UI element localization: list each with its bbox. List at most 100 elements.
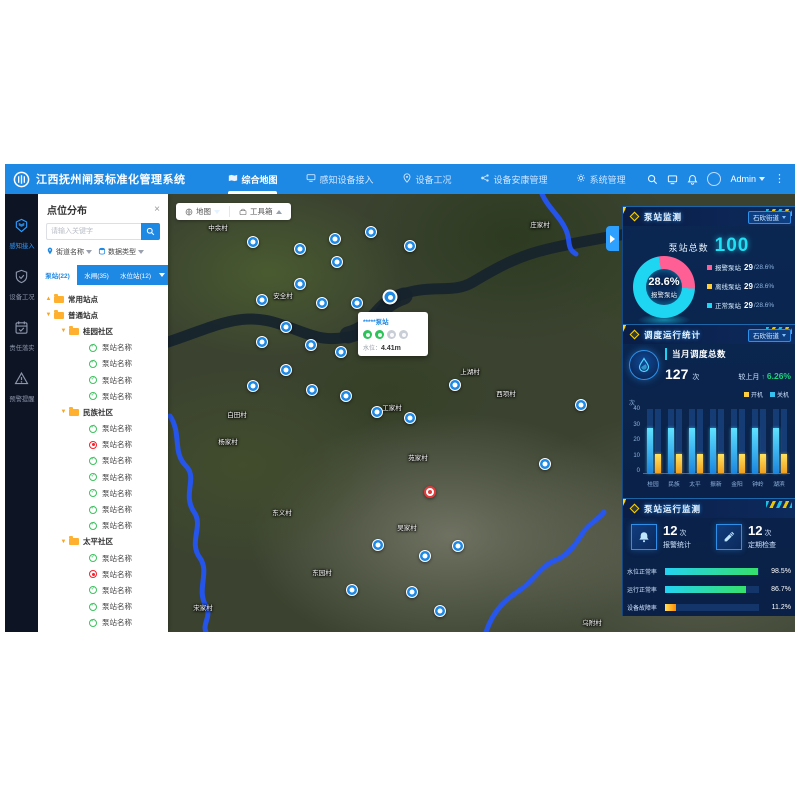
station-marker[interactable] [340,390,352,402]
station-marker[interactable] [316,297,328,309]
station-ok-icon [89,473,97,481]
station-marker[interactable] [351,297,363,309]
tree-expand-icon[interactable]: ▼ [60,539,67,545]
nav-tab[interactable]: 综合地图 [214,164,292,194]
station-marker[interactable] [539,458,551,470]
tree-row[interactable]: ▼ 民族社区 [38,404,168,420]
station-marker[interactable] [335,346,347,358]
station-marker[interactable] [329,233,341,245]
x-tick: 太平 [690,479,701,488]
station-marker[interactable] [371,406,383,418]
close-icon[interactable] [154,205,160,215]
tree-row[interactable]: 泵站名称 [38,388,168,404]
station-marker[interactable] [247,236,259,248]
station-marker[interactable] [365,226,377,238]
tree-row[interactable]: 泵站名称 [38,501,168,517]
station-marker[interactable] [434,605,446,617]
bar-open-track [739,409,745,473]
stat-value: 12 [748,523,762,538]
tree-row-label: 泵站名称 [102,504,132,515]
bar-plot [643,409,790,474]
tree-row[interactable]: 泵站名称 [38,356,168,372]
bar-close-track [752,409,758,473]
bell-icon[interactable] [687,174,698,185]
station-ok-icon [89,603,97,611]
tree-row[interactable]: 泵站名称 [38,469,168,485]
tree-row-label: 泵站名称 [102,391,132,402]
station-marker[interactable] [294,278,306,290]
station-marker[interactable] [306,384,318,396]
nav-tab[interactable]: 设备安康管理 [466,164,562,194]
sidebar-item[interactable]: 设备工况 [5,269,38,302]
station-marker[interactable] [383,290,398,305]
tree-row[interactable]: 泵站名称 [38,372,168,388]
station-tab[interactable]: 水位站(12) [116,265,155,285]
tree-row-label: 泵站名称 [102,423,132,434]
more-menu-icon[interactable]: ⋮ [774,174,785,185]
tree-row[interactable]: 泵站名称 [38,518,168,534]
panel-expand-button[interactable] [606,226,619,251]
tree-expand-icon[interactable]: ▼ [45,312,52,318]
station-marker[interactable] [294,243,306,255]
sidebar-item[interactable]: 责任落实 [5,320,38,353]
tree-row[interactable]: ▲ 常用站点 [38,291,168,307]
station-marker[interactable] [372,539,384,551]
user-menu[interactable]: Admin [730,174,765,184]
station-marker[interactable] [256,294,268,306]
stat-unit: 次 [764,530,771,537]
basemap-dropdown[interactable]: 地图 [176,206,229,217]
station-marker[interactable] [575,399,587,411]
tree-row[interactable]: 泵站名称 [38,550,168,566]
station-marker[interactable] [280,321,292,333]
station-marker[interactable] [404,240,416,252]
tree-expand-icon[interactable]: ▼ [60,409,67,415]
tree-row[interactable]: 泵站名称 [38,340,168,356]
village-label: 宋家村 [193,602,213,612]
station-marker[interactable] [247,380,259,392]
tabs-collapse-button[interactable] [155,265,168,285]
station-marker[interactable] [331,256,343,268]
district-dropdown[interactable]: 石砍街道 [748,329,791,342]
search-button[interactable] [141,223,160,240]
village-label: 乌附村 [582,617,602,627]
district-dropdown[interactable]: 石砍街道 [748,211,791,224]
station-marker[interactable] [452,540,464,552]
station-marker[interactable] [406,586,418,598]
station-marker[interactable] [256,336,268,348]
sidebar-item[interactable]: 预警提醒 [5,371,38,404]
station-popup: *****泵站 水位：4.41m [358,312,428,356]
station-marker[interactable] [419,550,431,562]
station-marker[interactable] [424,486,436,498]
tree-row[interactable]: 泵站名称 [38,437,168,453]
tree-row[interactable]: 泵站名称 [38,599,168,615]
tree-row[interactable]: 泵站名称 [38,615,168,631]
filter-dropdown[interactable]: 数据类型 [98,247,144,257]
fullscreen-icon[interactable] [667,174,678,185]
station-tab[interactable]: 水闸(35) [77,265,116,285]
toolbox-dropdown[interactable]: 工具箱 [229,206,291,217]
search-input[interactable] [46,223,141,240]
nav-tab[interactable]: 感知设备接入 [292,164,388,194]
station-marker[interactable] [280,364,292,376]
tree-row[interactable]: 泵站名称 [38,485,168,501]
tree-row[interactable]: 泵站名称 [38,453,168,469]
station-marker[interactable] [449,379,461,391]
tree-row[interactable]: ▼ 桂园社区 [38,323,168,339]
tree-row[interactable]: 泵站名称 [38,566,168,582]
nav-tab[interactable]: 设备工况 [388,164,466,194]
station-tab[interactable]: 泵站(22) [38,265,77,285]
tree-expand-icon[interactable]: ▼ [60,328,67,334]
nav-tab[interactable]: 系统管理 [562,164,640,194]
user-avatar[interactable] [707,172,721,186]
filter-dropdown[interactable]: 街道名称 [46,247,92,257]
tree-row[interactable]: 泵站名称 [38,421,168,437]
station-marker[interactable] [305,339,317,351]
sidebar-item[interactable]: 感知接入 [5,218,38,251]
tree-expand-icon[interactable]: ▲ [45,296,52,302]
search-icon[interactable] [647,174,658,185]
tree-row[interactable]: 泵站名称 [38,582,168,598]
station-marker[interactable] [404,412,416,424]
tree-row[interactable]: ▼ 普通站点 [38,307,168,323]
station-marker[interactable] [346,584,358,596]
tree-row[interactable]: ▼ 太平社区 [38,534,168,550]
